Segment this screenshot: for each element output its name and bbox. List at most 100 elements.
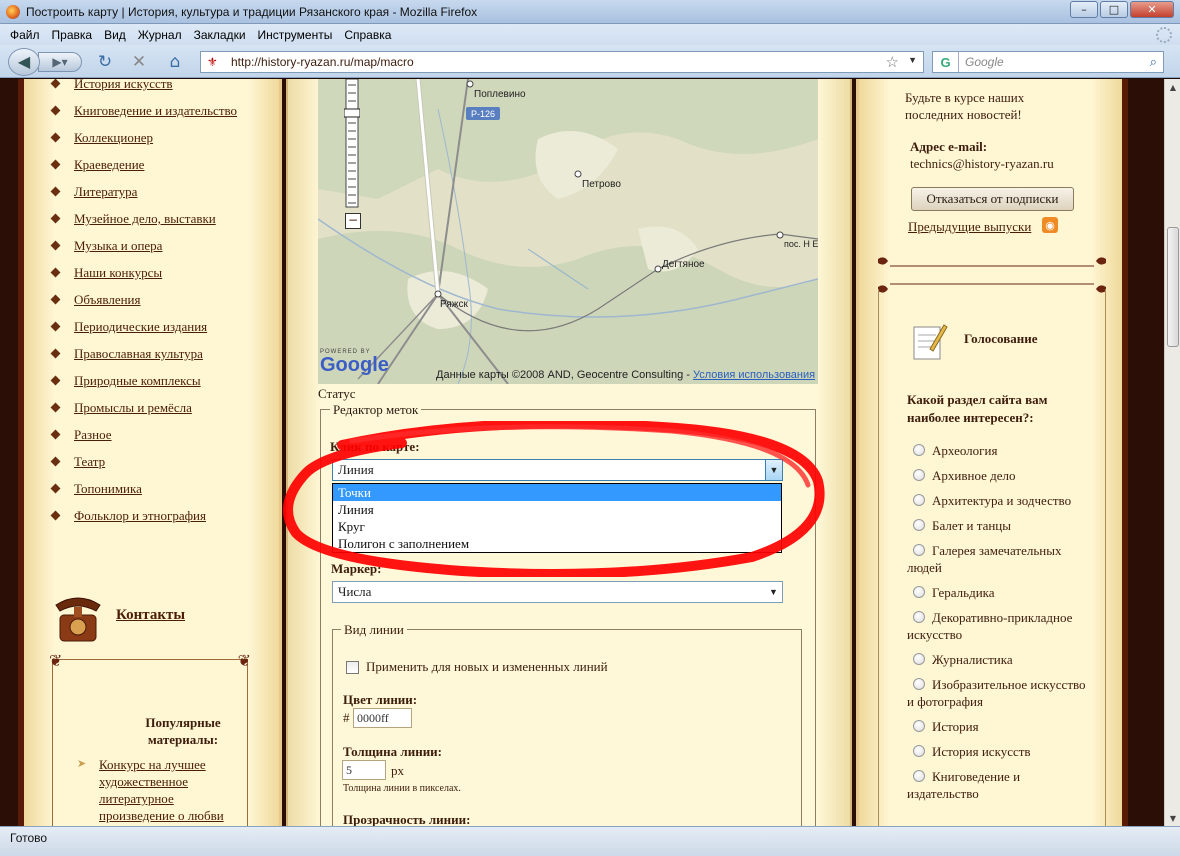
popular-link[interactable]: Конкурс на лучшее художественное литерат… (99, 757, 224, 823)
vote-option[interactable]: Архитектура и зодчество (907, 492, 1091, 509)
dropdown-option-circle[interactable]: Круг (333, 518, 781, 535)
dropdown-option-points[interactable]: Точки (333, 484, 781, 501)
previous-issues-link[interactable]: Предыдущие выпуски (908, 219, 1031, 235)
vote-option[interactable]: Изобразительное искусство и фотография (907, 676, 1091, 710)
menu-bookmarks[interactable]: Закладки (194, 28, 246, 42)
minimize-button[interactable]: – (1070, 1, 1098, 18)
category-link[interactable]: История искусств (74, 79, 173, 91)
scroll-thumb[interactable] (1167, 227, 1179, 347)
back-button[interactable]: ◀ (8, 48, 40, 76)
list-item[interactable]: Литература (48, 183, 268, 200)
line-color-input[interactable]: 0000ff (353, 708, 412, 728)
map-view[interactable]: Р-126 Поплевино Петрово Дегтяное пос. Н … (318, 79, 818, 384)
chevron-down-icon[interactable]: ▼ (765, 460, 782, 480)
list-item[interactable]: Промыслы и ремёсла (48, 399, 268, 416)
category-link[interactable]: Театр (74, 454, 105, 469)
list-item[interactable]: Фольклор и этнография (48, 507, 268, 524)
vote-option[interactable]: Декоративно-прикладное искусство (907, 609, 1091, 643)
radio-button[interactable] (913, 745, 925, 757)
dropdown-option-line[interactable]: Линия (333, 501, 781, 518)
list-item[interactable]: Наши конкурсы (48, 264, 268, 281)
list-item[interactable]: Музыка и опера (48, 237, 268, 254)
scroll-up-icon[interactable]: ▲ (1166, 79, 1180, 95)
rss-icon[interactable]: ◉ (1042, 217, 1058, 233)
list-item[interactable]: Театр (48, 453, 268, 470)
list-item[interactable]: История искусств (48, 79, 268, 92)
reload-icon[interactable]: ↻ (94, 51, 116, 73)
radio-button[interactable] (913, 653, 925, 665)
address-bar[interactable]: ⚜ http://history-ryazan.ru/map/macro ☆ ▼ (200, 51, 924, 73)
search-engine-icon[interactable]: G (933, 52, 959, 72)
line-width-input[interactable]: 5 (342, 760, 386, 780)
address-dropdown-icon[interactable]: ▼ (908, 55, 917, 65)
apply-lines-checkbox[interactable] (346, 661, 359, 674)
category-link[interactable]: Музыка и опера (74, 238, 162, 253)
close-button[interactable]: ✕ (1130, 1, 1174, 18)
category-link[interactable]: Фольклор и этнография (74, 508, 206, 523)
click-mode-select[interactable]: Линия ▼ (332, 459, 783, 481)
maximize-button[interactable]: □ (1100, 1, 1128, 18)
menu-file[interactable]: Файл (10, 28, 40, 42)
zoom-out-button[interactable]: − (345, 213, 361, 229)
contacts-link[interactable]: Контакты (116, 607, 185, 624)
home-icon[interactable]: ⌂ (164, 51, 186, 73)
category-link[interactable]: Музейное дело, выставки (74, 211, 216, 226)
vertical-scrollbar[interactable]: ▲ ▼ (1164, 79, 1180, 826)
search-bar[interactable]: G Google ⌕ (932, 51, 1164, 73)
list-item[interactable]: Краеведение (48, 156, 268, 173)
radio-button[interactable] (913, 720, 925, 732)
category-link[interactable]: Наши конкурсы (74, 265, 162, 280)
list-item[interactable]: Православная культура (48, 345, 268, 362)
radio-button[interactable] (913, 586, 925, 598)
menu-tools[interactable]: Инструменты (258, 28, 333, 42)
menu-edit[interactable]: Правка (52, 28, 93, 42)
category-link[interactable]: Разное (74, 427, 112, 442)
list-item[interactable]: Коллекционер (48, 129, 268, 146)
dropdown-option-polygon[interactable]: Полигон с заполнением (333, 535, 781, 552)
radio-button[interactable] (913, 444, 925, 456)
vote-option[interactable]: Балет и танцы (907, 517, 1091, 534)
radio-button[interactable] (913, 544, 925, 556)
vote-option[interactable]: История искусств (907, 743, 1091, 760)
category-link[interactable]: Коллекционер (74, 130, 153, 145)
stop-icon[interactable]: ✕ (128, 51, 150, 73)
category-link[interactable]: Краеведение (74, 157, 144, 172)
category-link[interactable]: Промыслы и ремёсла (74, 400, 192, 415)
vote-option[interactable]: Галерея замечательных людей (907, 542, 1091, 576)
radio-button[interactable] (913, 770, 925, 782)
list-item[interactable]: Топонимика (48, 480, 268, 497)
menu-help[interactable]: Справка (344, 28, 391, 42)
list-item[interactable]: Разное (48, 426, 268, 443)
list-item[interactable]: Книговедение и издательство (48, 102, 268, 119)
search-icon[interactable]: ⌕ (1150, 54, 1157, 70)
marker-select[interactable]: Числа ▼ (332, 581, 783, 603)
list-item[interactable]: Конкурс на лучшее художественное литерат… (77, 756, 227, 824)
category-link[interactable]: Православная культура (74, 346, 203, 361)
category-link[interactable]: Периодические издания (74, 319, 207, 334)
forward-button[interactable]: ▶▾ (38, 52, 82, 72)
category-link[interactable]: Топонимика (74, 481, 142, 496)
chevron-down-icon[interactable]: ▼ (765, 582, 782, 602)
menu-history[interactable]: Журнал (138, 28, 182, 42)
unsubscribe-button[interactable]: Отказаться от подписки (911, 187, 1074, 211)
radio-button[interactable] (913, 611, 925, 623)
radio-button[interactable] (913, 519, 925, 531)
click-mode-dropdown[interactable]: Точки Линия Круг Полигон с заполнением (332, 483, 782, 553)
vote-option[interactable]: Геральдика (907, 584, 1091, 601)
list-item[interactable]: Музейное дело, выставки (48, 210, 268, 227)
list-item[interactable]: Природные комплексы (48, 372, 268, 389)
terms-link[interactable]: Условия использования (693, 369, 815, 381)
vote-option[interactable]: Археология (907, 442, 1091, 459)
category-link[interactable]: Объявления (74, 292, 141, 307)
menu-view[interactable]: Вид (104, 28, 126, 42)
scroll-down-icon[interactable]: ▼ (1166, 810, 1180, 826)
list-item[interactable]: Периодические издания (48, 318, 268, 335)
radio-button[interactable] (913, 678, 925, 690)
vote-option[interactable]: Архивное дело (907, 467, 1091, 484)
zoom-slider[interactable] (344, 79, 360, 229)
radio-button[interactable] (913, 494, 925, 506)
category-link[interactable]: Книговедение и издательство (74, 103, 237, 118)
vote-option[interactable]: История (907, 718, 1091, 735)
list-item[interactable]: Объявления (48, 291, 268, 308)
radio-button[interactable] (913, 469, 925, 481)
